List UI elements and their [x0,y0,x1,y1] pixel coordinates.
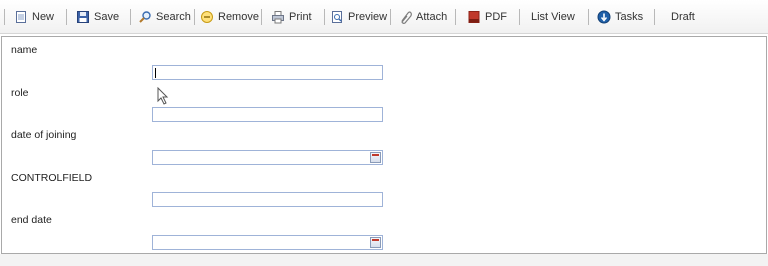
end-date-field[interactable] [152,235,383,250]
toolbar-separator [4,9,5,25]
toolbar: New Save Search Remove Print Preview Att… [0,0,768,34]
toolbar-separator [66,9,67,25]
calendar-icon[interactable] [370,237,381,248]
new-button[interactable]: New [14,0,54,34]
controlfield-field[interactable] [152,192,383,207]
bottom-strip [0,254,768,266]
pdf-button-label: PDF [485,11,507,23]
role-label: role [11,87,29,99]
toolbar-separator [194,9,195,25]
pdf-button[interactable]: PDF [467,0,507,34]
list-view-button[interactable]: List View [531,0,575,34]
toolbar-separator [654,9,655,25]
controlfield-label: CONTROLFIELD [11,172,93,184]
pdf-icon [467,10,481,24]
date-of-joining-label: date of joining [11,129,77,141]
remove-circle-icon [200,10,214,24]
preview-icon [330,10,344,24]
role-field[interactable] [152,107,383,122]
toolbar-separator [455,9,456,25]
text-caret [155,68,156,78]
search-button-label: Search [156,11,191,23]
magnifier-icon [138,10,152,24]
draft-button[interactable]: Draft [671,0,695,34]
tasks-icon [597,10,611,24]
remove-button-label: Remove [218,11,259,23]
printer-icon [271,10,285,24]
calendar-icon[interactable] [370,152,381,163]
print-button[interactable]: Print [271,0,312,34]
mouse-pointer-icon [157,87,169,105]
new-button-label: New [32,11,55,23]
draft-button-label: Draft [671,11,695,23]
tasks-button[interactable]: Tasks [597,0,643,34]
save-button-label: Save [94,11,120,23]
record-form: name role date of joining CONTROLFIELD e… [1,36,767,254]
name-field[interactable] [152,65,383,80]
list-view-button-label: List View [531,11,575,23]
toolbar-separator [324,9,325,25]
preview-button[interactable]: Preview [330,0,387,34]
toolbar-separator [588,9,589,25]
print-button-label: Print [289,11,312,23]
document-icon [14,10,28,24]
remove-button[interactable]: Remove [200,0,259,34]
save-button[interactable]: Save [76,0,119,34]
attach-button-label: Attach [416,11,448,23]
name-label: name [11,44,38,56]
date-of-joining-field[interactable] [152,150,383,165]
preview-button-label: Preview [348,11,388,23]
floppy-disk-icon [76,10,90,24]
tasks-button-label: Tasks [615,11,644,23]
toolbar-separator [130,9,131,25]
toolbar-separator [519,9,520,25]
toolbar-separator [390,9,391,25]
search-button[interactable]: Search [138,0,191,34]
attach-button[interactable]: Attach [398,0,447,34]
toolbar-separator [261,9,262,25]
end-date-label: end date [11,214,52,226]
paperclip-icon [398,10,412,24]
